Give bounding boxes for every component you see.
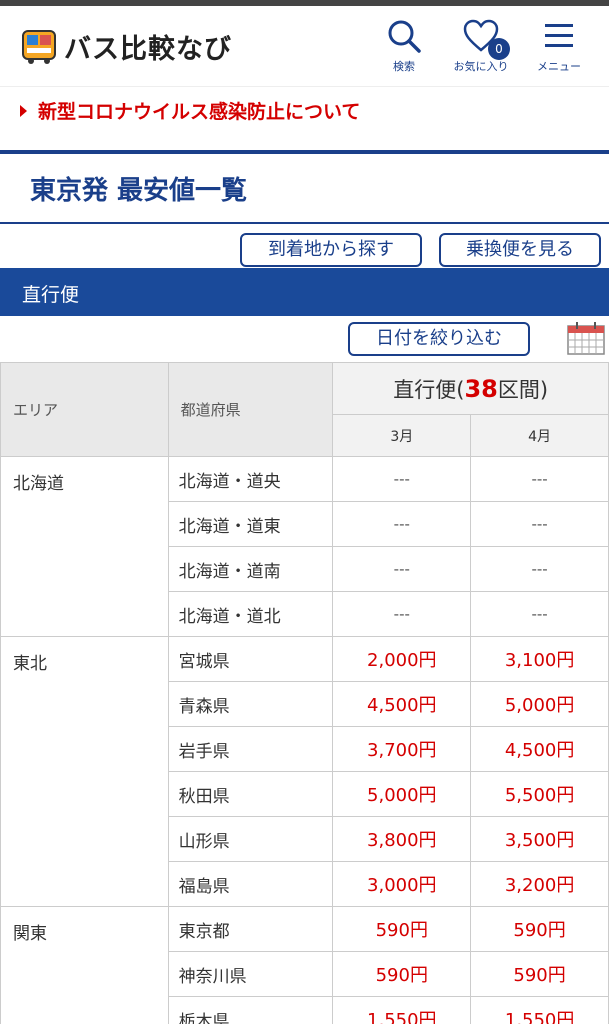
- fare-cell[interactable]: 3,500円: [470, 816, 609, 862]
- fare-cell[interactable]: 590円: [470, 906, 609, 952]
- prefecture-cell[interactable]: 東京都: [167, 906, 334, 952]
- search-button[interactable]: 検索: [369, 18, 439, 82]
- search-label: 検索: [393, 60, 415, 73]
- fare-cell[interactable]: 3,700円: [332, 726, 472, 772]
- column-header-month: 4月: [470, 414, 609, 457]
- fare-cell[interactable]: 590円: [332, 906, 472, 952]
- fare-cell[interactable]: 590円: [332, 951, 472, 997]
- fare-cell[interactable]: 2,000円: [332, 636, 472, 682]
- fare-cell[interactable]: 3,000円: [332, 861, 472, 907]
- fare-cell[interactable]: 3,800円: [332, 816, 472, 862]
- column-header-direct-count: 直行便(38区間): [332, 362, 609, 415]
- site-header: バス比較なび 検索 0 お気に入り メニュー: [0, 6, 609, 86]
- favorites-button[interactable]: 0 お気に入り: [446, 18, 516, 82]
- notice-text: 新型コロナウイルス感染防止について: [38, 101, 361, 123]
- fare-cell[interactable]: 3,200円: [470, 861, 609, 907]
- fare-cell: ---: [332, 456, 472, 502]
- fare-cell: ---: [470, 501, 609, 547]
- filter-by-date-button[interactable]: 日付を絞り込む: [348, 322, 530, 356]
- page-title: 東京発 最安値一覧: [30, 176, 248, 206]
- group-suffix: 区間): [497, 377, 549, 402]
- fare-cell[interactable]: 5,500円: [470, 771, 609, 817]
- bus-logo-icon: [20, 27, 58, 65]
- fare-cell: ---: [332, 591, 472, 637]
- site-logo[interactable]: バス比較なび: [20, 22, 260, 70]
- header-divider: [0, 150, 609, 154]
- section-title: 直行便: [22, 284, 80, 306]
- column-header-area: エリア: [0, 362, 169, 457]
- prefecture-cell[interactable]: 青森県: [167, 681, 334, 727]
- fare-cell[interactable]: 1,550円: [470, 996, 609, 1024]
- prefecture-cell[interactable]: 秋田県: [167, 771, 334, 817]
- fare-cell[interactable]: 3,100円: [470, 636, 609, 682]
- search-by-arrival-button[interactable]: 到着地から探す: [240, 233, 422, 267]
- menu-button[interactable]: メニュー: [524, 18, 594, 82]
- table-row[interactable]: 東北 宮城県 2,000円 3,100円: [0, 636, 609, 907]
- title-divider: [0, 222, 609, 224]
- group-prefix: 直行便(: [393, 377, 465, 402]
- area-cell: 関東: [0, 906, 169, 1024]
- fare-cell[interactable]: 5,000円: [332, 771, 472, 817]
- view-transfer-button[interactable]: 乗換便を見る: [439, 233, 601, 267]
- area-cell: 東北: [0, 636, 169, 907]
- logo-text: バス比較なび: [64, 33, 232, 65]
- prefecture-cell[interactable]: 山形県: [167, 816, 334, 862]
- fare-cell: ---: [470, 546, 609, 592]
- prefecture-cell[interactable]: 神奈川県: [167, 951, 334, 997]
- fare-cell[interactable]: 5,000円: [470, 681, 609, 727]
- fare-cell: ---: [470, 456, 609, 502]
- prefecture-cell[interactable]: 福島県: [167, 861, 334, 907]
- favorites-count-badge: 0: [488, 38, 510, 60]
- section-header-direct: 直行便: [0, 268, 609, 316]
- prefecture-cell[interactable]: 栃木県: [167, 996, 334, 1024]
- fare-table: エリア 都道府県 直行便(38区間) 3月 4月 北海道 北海道・道央 --- ---…: [0, 362, 609, 1024]
- fare-cell[interactable]: 4,500円: [332, 681, 472, 727]
- caret-right-icon: [20, 105, 27, 117]
- table-row[interactable]: 北海道 北海道・道央 --- ---: [0, 456, 609, 637]
- calendar-icon[interactable]: [566, 322, 606, 356]
- prefecture-cell[interactable]: 北海道・道北: [167, 591, 334, 637]
- prefecture-cell[interactable]: 北海道・道南: [167, 546, 334, 592]
- menu-label: メニュー: [537, 60, 581, 73]
- covid-notice-link[interactable]: 新型コロナウイルス感染防止について: [0, 86, 609, 134]
- prefecture-cell[interactable]: 宮城県: [167, 636, 334, 682]
- fare-cell[interactable]: 4,500円: [470, 726, 609, 772]
- route-count: 38: [464, 374, 498, 403]
- prefecture-cell[interactable]: 北海道・道東: [167, 501, 334, 547]
- fare-cell: ---: [332, 501, 472, 547]
- fare-cell[interactable]: 590円: [470, 951, 609, 997]
- column-header-prefecture: 都道府県: [167, 362, 334, 457]
- search-icon: [388, 20, 421, 53]
- column-header-month: 3月: [332, 414, 472, 457]
- fare-cell: ---: [470, 591, 609, 637]
- area-cell: 北海道: [0, 456, 169, 637]
- hamburger-menu-icon: [545, 24, 573, 47]
- favorites-label: お気に入り: [453, 60, 509, 73]
- table-row[interactable]: 関東 東京都 590円 590円: [0, 906, 609, 1024]
- prefecture-cell[interactable]: 岩手県: [167, 726, 334, 772]
- fare-cell[interactable]: 1,550円: [332, 996, 472, 1024]
- fare-cell: ---: [332, 546, 472, 592]
- prefecture-cell[interactable]: 北海道・道央: [167, 456, 334, 502]
